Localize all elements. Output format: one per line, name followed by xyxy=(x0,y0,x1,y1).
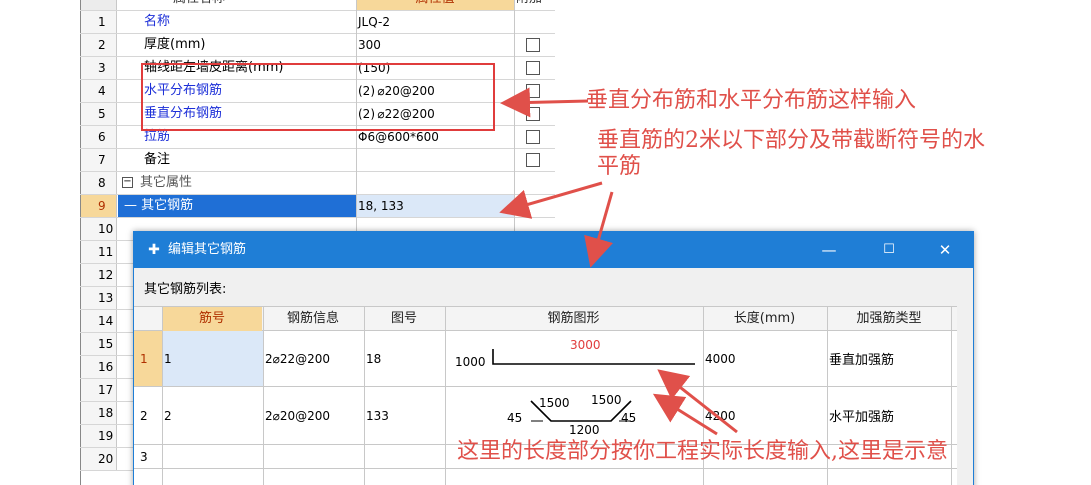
row-index: 3 xyxy=(140,449,148,464)
row-number: 13 xyxy=(81,287,117,309)
collapse-toggle-icon[interactable]: − xyxy=(122,177,133,188)
dialog-titlebar[interactable]: ✚ 编辑其它钢筋 — ☐ ✕ xyxy=(134,232,973,268)
annotation-note-2-line-1: 垂直筋的2米以下部分及带截断符号的水 xyxy=(597,128,985,153)
row-number: 19 xyxy=(81,425,117,447)
annotation-note-3: 这里的长度部分按你工程实际长度输入,这里是示意 xyxy=(457,439,948,464)
row-number: 14 xyxy=(81,310,117,332)
rebar-info-cell[interactable]: 2⌀22@200 xyxy=(263,331,364,386)
shape-left-angle: 45 xyxy=(507,411,523,425)
add-checkbox[interactable] xyxy=(526,130,540,144)
property-row[interactable]: 9— 其它钢筋 18, 133 xyxy=(80,195,555,218)
property-value[interactable]: 18, 133 xyxy=(356,195,514,217)
row-number: 20 xyxy=(81,448,117,470)
reinforcement-type-cell[interactable]: 垂直加强筋 xyxy=(827,331,951,386)
row-number: 9 xyxy=(81,195,117,217)
row-number: 16 xyxy=(81,356,117,378)
figure-no-cell[interactable]: 133 xyxy=(364,387,445,444)
dialog-title: 编辑其它钢筋 xyxy=(168,242,247,257)
row-number: 8 xyxy=(81,172,117,194)
property-name: 备注 xyxy=(144,152,171,167)
col-header-figure-no[interactable]: 图号 xyxy=(364,307,444,331)
col-header-reinforcement-type[interactable]: 加强筋类型 xyxy=(827,307,951,331)
row-number: 1 xyxy=(81,11,117,33)
row-number: 17 xyxy=(81,379,117,401)
property-row[interactable]: 8− 其它属性 xyxy=(80,172,555,195)
row-number: 4 xyxy=(81,80,117,102)
col-header-rebar-info[interactable]: 钢筋信息 xyxy=(263,307,363,331)
add-checkbox[interactable] xyxy=(526,38,540,52)
property-row[interactable]: 7 备注 xyxy=(80,149,555,172)
col-header-rebar-shape[interactable]: 钢筋图形 xyxy=(445,307,702,331)
column-divider xyxy=(364,307,365,485)
property-name: — 其它钢筋 xyxy=(118,195,356,217)
column-divider xyxy=(162,307,163,485)
bar-no-cell[interactable]: 1 xyxy=(162,331,263,386)
add-checkbox[interactable] xyxy=(526,153,540,167)
annotation-note-2-line-2: 平筋 xyxy=(597,154,642,179)
rebar-table-header: 筋号 钢筋信息 图号 钢筋图形 长度(mm) 加强筋类型 xyxy=(134,307,957,331)
add-column-header: 附加 xyxy=(516,0,542,10)
value-column-header[interactable]: 属性值 xyxy=(356,0,514,10)
minimize-button[interactable]: — xyxy=(806,232,852,268)
shape-left-dim: 1500 xyxy=(539,396,570,410)
table-row[interactable]: 1 1 2⌀22@200 18 1000 3000 4000 垂直加强筋 xyxy=(134,331,957,387)
add-checkbox[interactable] xyxy=(526,84,540,98)
grid-header-row: 属性名称 属性值 附加 xyxy=(80,0,555,11)
annotation-note-1: 垂直分布筋和水平分布筋这样输入 xyxy=(586,88,917,113)
property-name: 厚度(mm) xyxy=(144,37,206,52)
length-cell[interactable]: 4000 xyxy=(703,331,827,386)
row-number-header xyxy=(81,0,117,10)
row-number: 2 xyxy=(81,34,117,56)
row-number: 18 xyxy=(81,402,117,424)
shape-right-angle: 45 xyxy=(621,411,637,425)
property-name: 其它属性 xyxy=(140,175,193,190)
property-row[interactable]: 1 名称 JLQ-2 xyxy=(80,11,555,34)
column-divider xyxy=(263,307,264,485)
shape-18-drawing xyxy=(492,349,695,365)
row-number: 12 xyxy=(81,264,117,286)
row-number: 3 xyxy=(81,57,117,79)
property-row[interactable]: 2 厚度(mm) 300 xyxy=(80,34,555,57)
row-number: 11 xyxy=(81,241,117,263)
close-button[interactable]: ✕ xyxy=(922,232,968,268)
column-divider xyxy=(951,307,952,485)
name-column-header: 属性名称 xyxy=(173,0,225,10)
add-checkbox[interactable] xyxy=(526,61,540,75)
column-divider xyxy=(445,307,446,485)
property-value[interactable]: JLQ-2 xyxy=(358,11,390,33)
rebar-shape-18[interactable]: 1000 3000 xyxy=(445,331,703,387)
property-name-text: 其它钢筋 xyxy=(141,198,194,213)
rebar-list-label: 其它钢筋列表: xyxy=(144,282,227,297)
row-number: 6 xyxy=(81,126,117,148)
row-index: 1 xyxy=(134,331,162,386)
row-number: 5 xyxy=(81,103,117,125)
row-number: 7 xyxy=(81,149,117,171)
col-header-bar-no[interactable]: 筋号 xyxy=(162,307,262,331)
row-number: 15 xyxy=(81,333,117,355)
add-checkbox[interactable] xyxy=(526,107,540,121)
rebar-info-cell[interactable]: 2⌀20@200 xyxy=(263,387,364,444)
row-index: 2 xyxy=(140,408,148,423)
bar-no-cell[interactable]: 2 xyxy=(162,387,263,444)
property-name: 名称 xyxy=(144,14,171,29)
shape-right-dim: 1500 xyxy=(591,393,622,407)
col-header-length[interactable]: 长度(mm) xyxy=(703,307,826,331)
app-plus-icon: ✚ xyxy=(148,242,160,258)
maximize-button[interactable]: ☐ xyxy=(866,232,912,268)
property-value[interactable]: 300 xyxy=(358,34,381,56)
figure-no-cell[interactable]: 18 xyxy=(364,331,445,386)
highlight-box xyxy=(141,63,495,131)
row-number: 10 xyxy=(81,218,117,240)
